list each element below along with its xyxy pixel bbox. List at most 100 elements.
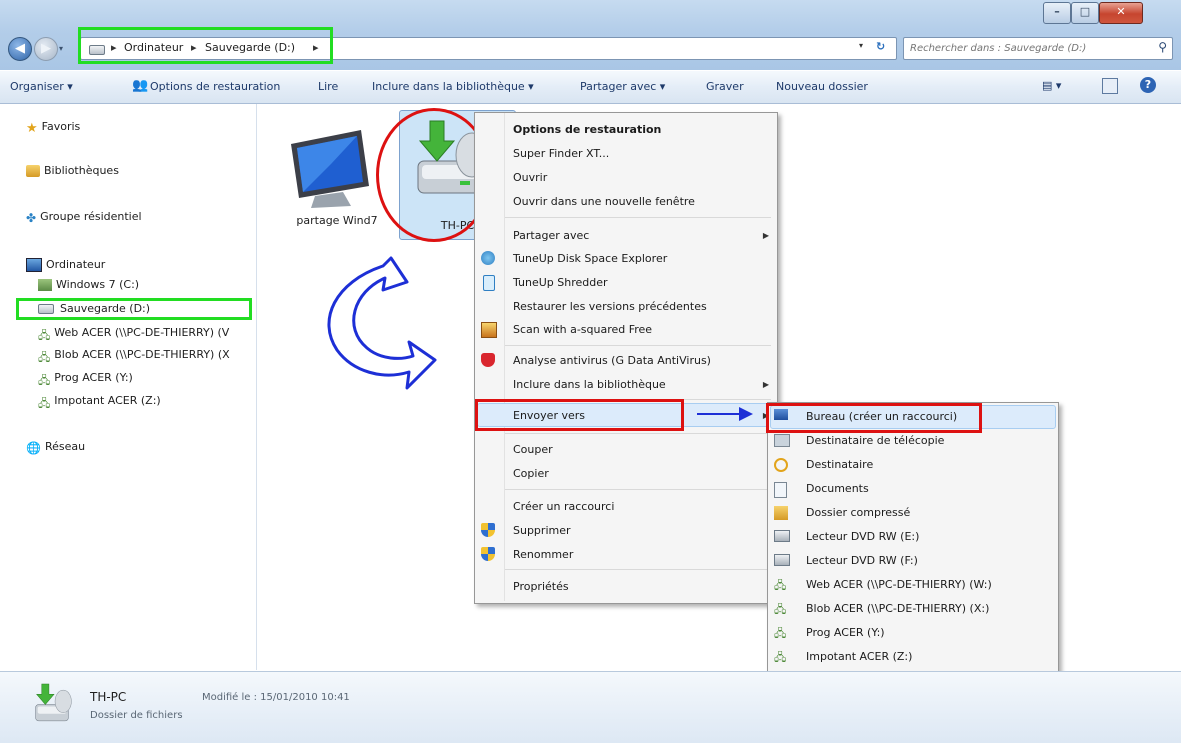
address-dropdown-icon[interactable]: ▾: [859, 41, 863, 50]
menu-item-super-finder[interactable]: Super Finder XT...: [513, 147, 609, 160]
dvd-drive-icon: [774, 530, 790, 542]
menu-separator: [505, 489, 771, 490]
organize-button[interactable]: Organiser ▾: [10, 80, 73, 93]
back-arrow-icon: ◀: [15, 41, 25, 56]
network-drive-icon: 🖧: [774, 579, 787, 592]
navigation-pane: ★ Favoris Bibliothèques ✤ Groupe résidenti…: [0, 104, 257, 670]
help-icon[interactable]: ?: [1140, 77, 1156, 93]
sidebar-item-network[interactable]: 🌐 Réseau: [26, 440, 85, 455]
sidebar-item-computer[interactable]: Ordinateur: [26, 258, 105, 272]
tuneup-shredder-icon: [483, 275, 495, 291]
gdata-shield-icon: [481, 353, 495, 367]
menu-item-open-new-window[interactable]: Ouvrir dans une nouvelle fenêtre: [513, 195, 695, 208]
dvd-drive-icon: [774, 554, 790, 566]
menu-separator: [505, 433, 771, 434]
search-input[interactable]: [908, 38, 1147, 59]
menu-item-rename[interactable]: Renommer: [513, 548, 573, 561]
send-to-recipient[interactable]: Destinataire: [806, 458, 873, 471]
network-drive-icon: 🖧: [38, 374, 51, 387]
sidebar-item-drive-v[interactable]: 🖧 Web ACER (\\PC-DE-THIERRY) (V: [38, 326, 229, 342]
view-options-icon[interactable]: ▤ ▾: [1042, 79, 1061, 92]
sidebar-item-drive-y[interactable]: 🖧 Prog ACER (Y:): [38, 371, 133, 387]
menu-gutter: [504, 113, 505, 601]
menu-item-scan-asquared[interactable]: Scan with a-squared Free: [513, 323, 652, 336]
menu-item-include-library[interactable]: Inclure dans la bibliothèque: [513, 378, 666, 391]
breadcrumb-highlight-box: [78, 27, 333, 64]
details-type: Dossier de fichiers: [90, 710, 183, 721]
annotation-curved-arrow: [327, 256, 437, 390]
send-to-blob-acer[interactable]: Blob ACER (\\PC-DE-THIERRY) (X:): [806, 602, 989, 615]
send-to-web-acer[interactable]: Web ACER (\\PC-DE-THIERRY) (W:): [806, 578, 992, 591]
search-icon[interactable]: ⚲: [1158, 40, 1167, 54]
recent-pages-icon[interactable]: ▾: [59, 44, 63, 53]
send-to-submenu: Bureau (créer un raccourci) Destinataire…: [766, 402, 1059, 672]
burn-button[interactable]: Graver: [706, 80, 744, 93]
details-name: TH-PC: [90, 690, 127, 704]
star-icon: ★: [26, 121, 38, 136]
send-to-prog-acer[interactable]: Prog ACER (Y:): [806, 626, 885, 639]
read-button[interactable]: Lire: [318, 80, 338, 93]
network-drive-icon: 🖧: [774, 627, 787, 640]
selected-drive-highlight-box: [16, 298, 252, 320]
back-button[interactable]: ◀: [8, 37, 32, 61]
close-button[interactable]: ✕: [1099, 2, 1143, 24]
menu-item-copy[interactable]: Copier: [513, 467, 549, 480]
network-drive-icon: 🖧: [38, 351, 51, 364]
uac-shield-icon: [481, 547, 495, 561]
annotation-straight-arrow: [697, 407, 753, 421]
monitor-icon: [291, 130, 369, 208]
sidebar-item-favorites[interactable]: ★ Favoris: [26, 120, 80, 136]
restore-options-button[interactable]: Options de restauration: [150, 80, 280, 93]
include-library-button[interactable]: Inclure dans la bibliothèque ▾: [372, 80, 534, 93]
context-menu: Options de restauration Super Finder XT.…: [474, 112, 778, 604]
menu-item-restore-options[interactable]: Options de restauration: [513, 123, 661, 136]
windows-drive-icon: [38, 279, 52, 291]
restore-users-icon: 👥: [132, 78, 149, 93]
send-to-zip[interactable]: Dossier compressé: [806, 506, 910, 519]
search-box[interactable]: ⚲: [903, 37, 1173, 60]
library-icon: [26, 165, 40, 177]
maximize-button[interactable]: □: [1071, 2, 1099, 24]
menu-item-properties[interactable]: Propriétés: [513, 580, 569, 593]
menu-item-cut[interactable]: Couper: [513, 443, 553, 456]
forward-button[interactable]: ▶: [34, 37, 58, 61]
menu-item-tuneup-disk[interactable]: TuneUp Disk Space Explorer: [513, 252, 667, 265]
preview-pane-icon[interactable]: [1102, 78, 1118, 94]
share-with-button[interactable]: Partager avec ▾: [580, 80, 665, 93]
command-bar: Organiser ▾ 👥 Options de restauration Li…: [0, 71, 1181, 104]
refresh-icon[interactable]: ↻: [876, 40, 885, 53]
asquared-icon: [481, 322, 497, 338]
menu-item-open[interactable]: Ouvrir: [513, 171, 547, 184]
send-to-fax[interactable]: Destinataire de télécopie: [806, 434, 944, 447]
submenu-arrow-icon: ▶: [762, 380, 769, 389]
sidebar-item-drive-c[interactable]: Windows 7 (C:): [38, 278, 139, 291]
menu-item-create-shortcut[interactable]: Créer un raccourci: [513, 500, 614, 513]
homegroup-icon: ✤: [26, 211, 37, 225]
send-to-impotant-acer[interactable]: Impotant ACER (Z:): [806, 650, 912, 663]
menu-item-restore-versions[interactable]: Restaurer les versions précédentes: [513, 300, 707, 313]
send-to-dvd-e[interactable]: Lecteur DVD RW (E:): [806, 530, 919, 543]
minimize-button[interactable]: –: [1043, 2, 1071, 24]
mail-recipient-icon: [774, 458, 788, 472]
documents-icon: [774, 482, 787, 498]
file-item-partage-wind7[interactable]: partage Wind7: [277, 118, 387, 238]
menu-item-antivirus[interactable]: Analyse antivirus (G Data AntiVirus): [513, 354, 711, 367]
menu-item-delete[interactable]: Supprimer: [513, 524, 571, 537]
file-name: partage Wind7: [296, 214, 378, 227]
sidebar-item-drive-x[interactable]: 🖧 Blob ACER (\\PC-DE-THIERRY) (X: [38, 348, 230, 364]
sidebar-item-libraries[interactable]: Bibliothèques: [26, 164, 119, 177]
computer-icon: [26, 258, 42, 272]
menu-separator: [505, 217, 771, 218]
backup-drive-icon: [35, 683, 72, 722]
details-pane: TH-PC Dossier de fichiers Modifié le : 1…: [0, 671, 1181, 743]
send-to-highlight-box: [475, 399, 684, 431]
sidebar-item-drive-z[interactable]: 🖧 Impotant ACER (Z:): [38, 394, 161, 410]
send-to-dvd-f[interactable]: Lecteur DVD RW (F:): [806, 554, 918, 567]
menu-item-tuneup-shredder[interactable]: TuneUp Shredder: [513, 276, 608, 289]
menu-item-share-with[interactable]: Partager avec: [513, 229, 589, 242]
sidebar-item-homegroup[interactable]: ✤ Groupe résidentiel: [26, 210, 142, 225]
network-globe-icon: 🌐: [26, 441, 41, 455]
send-to-documents[interactable]: Documents: [806, 482, 869, 495]
network-drive-icon: 🖧: [38, 329, 51, 342]
new-folder-button[interactable]: Nouveau dossier: [776, 80, 868, 93]
